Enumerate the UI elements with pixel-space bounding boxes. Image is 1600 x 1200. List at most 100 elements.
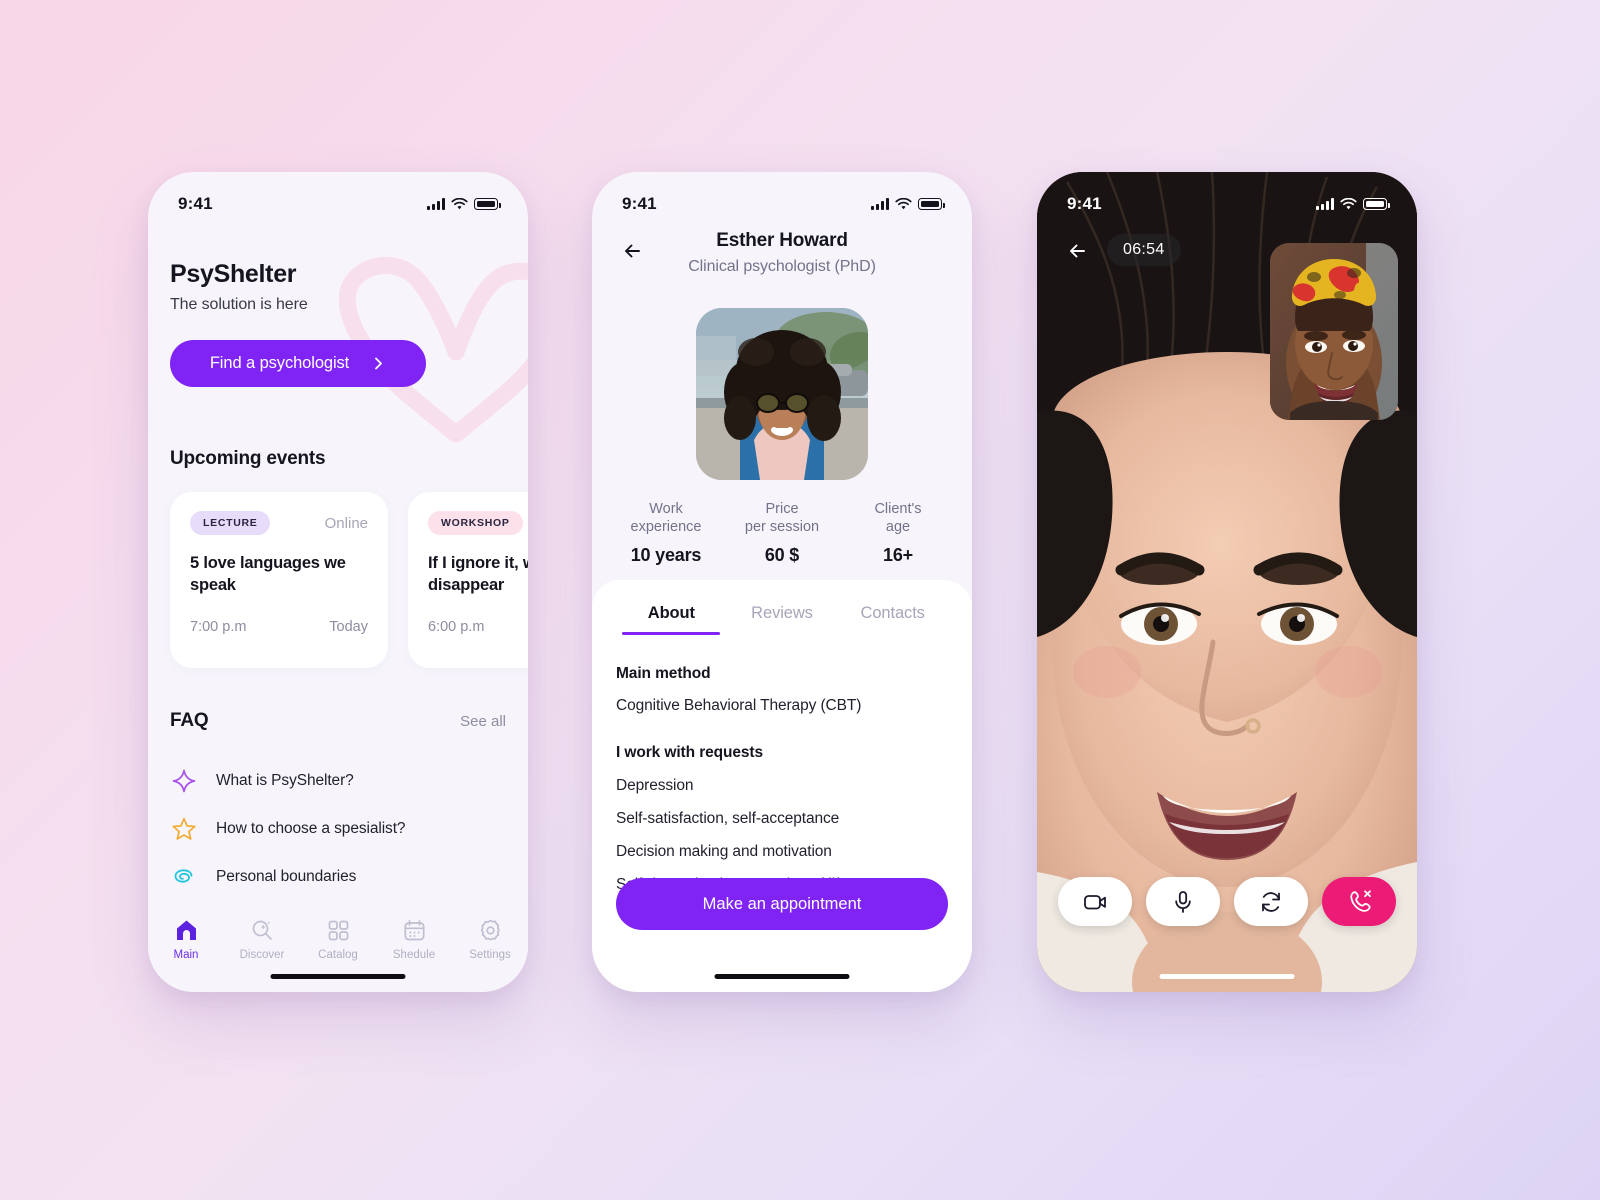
event-title: If I ignore it, will disappear <box>428 554 528 595</box>
video-camera-icon <box>1084 894 1106 909</box>
request-item: Depression <box>616 777 694 794</box>
event-card-footer: 7:00 p.m Today <box>190 619 368 635</box>
profile-detail-sheet: About Reviews Contacts Main method Cogni… <box>592 580 972 992</box>
tab-about[interactable]: About <box>616 604 727 635</box>
event-card-footer: 6:00 p.m <box>428 619 528 635</box>
faq-item-label: What is PsyShelter? <box>216 771 354 789</box>
upcoming-events-title: Upcoming events <box>170 448 326 469</box>
phone-home-screen: 9:41 PsyShelter The solution is here Fin… <box>148 172 528 992</box>
cellular-bars-icon <box>427 198 445 210</box>
home-indicator <box>1159 974 1295 979</box>
tab-discover[interactable]: Discover <box>224 918 300 961</box>
app-tagline: The solution is here <box>170 296 308 313</box>
stat-label-line1: Client's <box>874 501 922 517</box>
cellular-bars-icon <box>871 198 889 210</box>
stat-clients-age: Client's age 16+ <box>840 500 956 566</box>
calendar-icon <box>403 920 425 941</box>
switch-camera-icon <box>1262 891 1280 912</box>
stat-work-experience: Work experience 10 years <box>608 500 724 566</box>
stat-value: 10 years <box>630 545 702 566</box>
toggle-microphone-button[interactable] <box>1146 877 1220 926</box>
faq-item-label: Personal boundaries <box>216 867 357 885</box>
tab-label: Main <box>173 949 199 961</box>
self-view-video[interactable] <box>1270 243 1398 420</box>
end-call-icon <box>1349 890 1371 912</box>
microphone-icon <box>1175 890 1191 913</box>
profile-tabs: About Reviews Contacts <box>592 580 972 635</box>
cellular-bars-icon <box>1316 198 1334 210</box>
about-panel: Main method Cognitive Behavioral Therapy… <box>592 635 972 894</box>
find-psychologist-button[interactable]: Find a psychologist <box>170 340 426 387</box>
wifi-icon <box>451 197 468 209</box>
make-appointment-button[interactable]: Make an appointment <box>616 878 948 930</box>
tab-reviews[interactable]: Reviews <box>727 604 838 635</box>
battery-full-icon <box>474 198 501 210</box>
tab-settings[interactable]: Settings <box>452 918 528 961</box>
event-card[interactable]: WORKSHOP If I ignore it, will disappear … <box>408 492 528 668</box>
tab-shedule[interactable]: Shedule <box>376 918 452 961</box>
tab-label: Settings <box>469 949 511 961</box>
tab-main[interactable]: Main <box>148 918 224 961</box>
catalog-grid-icon <box>328 920 348 941</box>
stat-label-line2: age <box>885 519 911 536</box>
tab-contacts[interactable]: Contacts <box>837 604 948 635</box>
status-icons <box>427 197 501 211</box>
main-method-heading: Main method <box>616 665 711 682</box>
wifi-icon <box>895 197 912 209</box>
event-title: 5 love languages we speak <box>190 554 346 595</box>
stat-value: 16+ <box>883 545 913 566</box>
home-icon <box>176 920 196 940</box>
faq-item-what-is-psyshelter[interactable]: What is PsyShelter? <box>170 757 506 804</box>
events-carousel[interactable]: LECTURE Online 5 love languages we speak… <box>170 492 528 668</box>
wifi-icon <box>1340 197 1357 209</box>
sparkle-icon <box>170 767 198 795</box>
event-card[interactable]: LECTURE Online 5 love languages we speak… <box>170 492 388 668</box>
stat-label-line2: experience <box>630 519 702 536</box>
faq-item-how-to-choose[interactable]: How to choose a spesialist? <box>170 805 506 852</box>
back-button[interactable] <box>617 234 651 268</box>
phone-psychologist-profile: 9:41 Esther Howard Clinical psychologist… <box>592 172 972 992</box>
event-card-header: WORKSHOP <box>428 511 528 535</box>
star-outline-icon <box>170 815 198 843</box>
gear-icon <box>480 919 500 941</box>
battery-full-icon <box>1363 198 1390 210</box>
stat-price-per-session: Price per session 60 $ <box>724 500 840 566</box>
avatar-photo <box>696 308 868 480</box>
hero-block: PsyShelter The solution is here Find a p… <box>170 260 506 387</box>
status-bar: 9:41 <box>148 172 528 224</box>
end-call-button[interactable] <box>1322 877 1396 926</box>
toggle-camera-button[interactable] <box>1058 877 1132 926</box>
phone-video-call: 9:41 06:54 <box>1037 172 1417 992</box>
switch-camera-button[interactable] <box>1234 877 1308 926</box>
request-item: Decision making and motivation <box>616 843 832 860</box>
status-icons <box>871 197 945 211</box>
home-indicator <box>270 974 406 979</box>
bottom-tab-bar: Main Discover Catalog Shedule Settings <box>148 906 528 992</box>
spiral-icon <box>170 863 198 891</box>
battery-full-icon <box>918 198 945 210</box>
find-psychologist-label: Find a psychologist <box>209 354 350 372</box>
faq-see-all-link[interactable]: See all <box>460 713 506 730</box>
tab-label: Discover <box>239 949 285 961</box>
status-time: 9:41 <box>1067 194 1102 213</box>
event-day: Today <box>329 618 368 635</box>
status-bar: 9:41 <box>1037 172 1417 224</box>
faq-list: What is PsyShelter? How to choose a spes… <box>170 757 506 900</box>
screenshot-canvas: 9:41 PsyShelter The solution is here Fin… <box>0 0 1600 1200</box>
tab-catalog[interactable]: Catalog <box>300 918 376 961</box>
request-item: Self-satisfaction, self-acceptance <box>616 810 840 827</box>
back-button[interactable] <box>1062 234 1096 268</box>
event-mode: Online <box>324 514 368 532</box>
home-indicator <box>714 974 850 979</box>
requests-heading: I work with requests <box>616 744 764 761</box>
stat-value: 60 $ <box>764 545 800 566</box>
event-type-badge: WORKSHOP <box>428 511 523 535</box>
event-time: 6:00 p.m <box>428 618 485 635</box>
stat-label-line1: Work <box>649 501 683 517</box>
status-icons <box>1316 197 1390 211</box>
tab-label: Shedule <box>392 949 436 961</box>
stat-label-line2: per session <box>744 519 820 536</box>
faq-header: FAQ See all <box>170 710 506 732</box>
faq-item-personal-boundaries[interactable]: Personal boundaries <box>170 853 506 900</box>
event-card-header: LECTURE Online <box>190 511 368 535</box>
